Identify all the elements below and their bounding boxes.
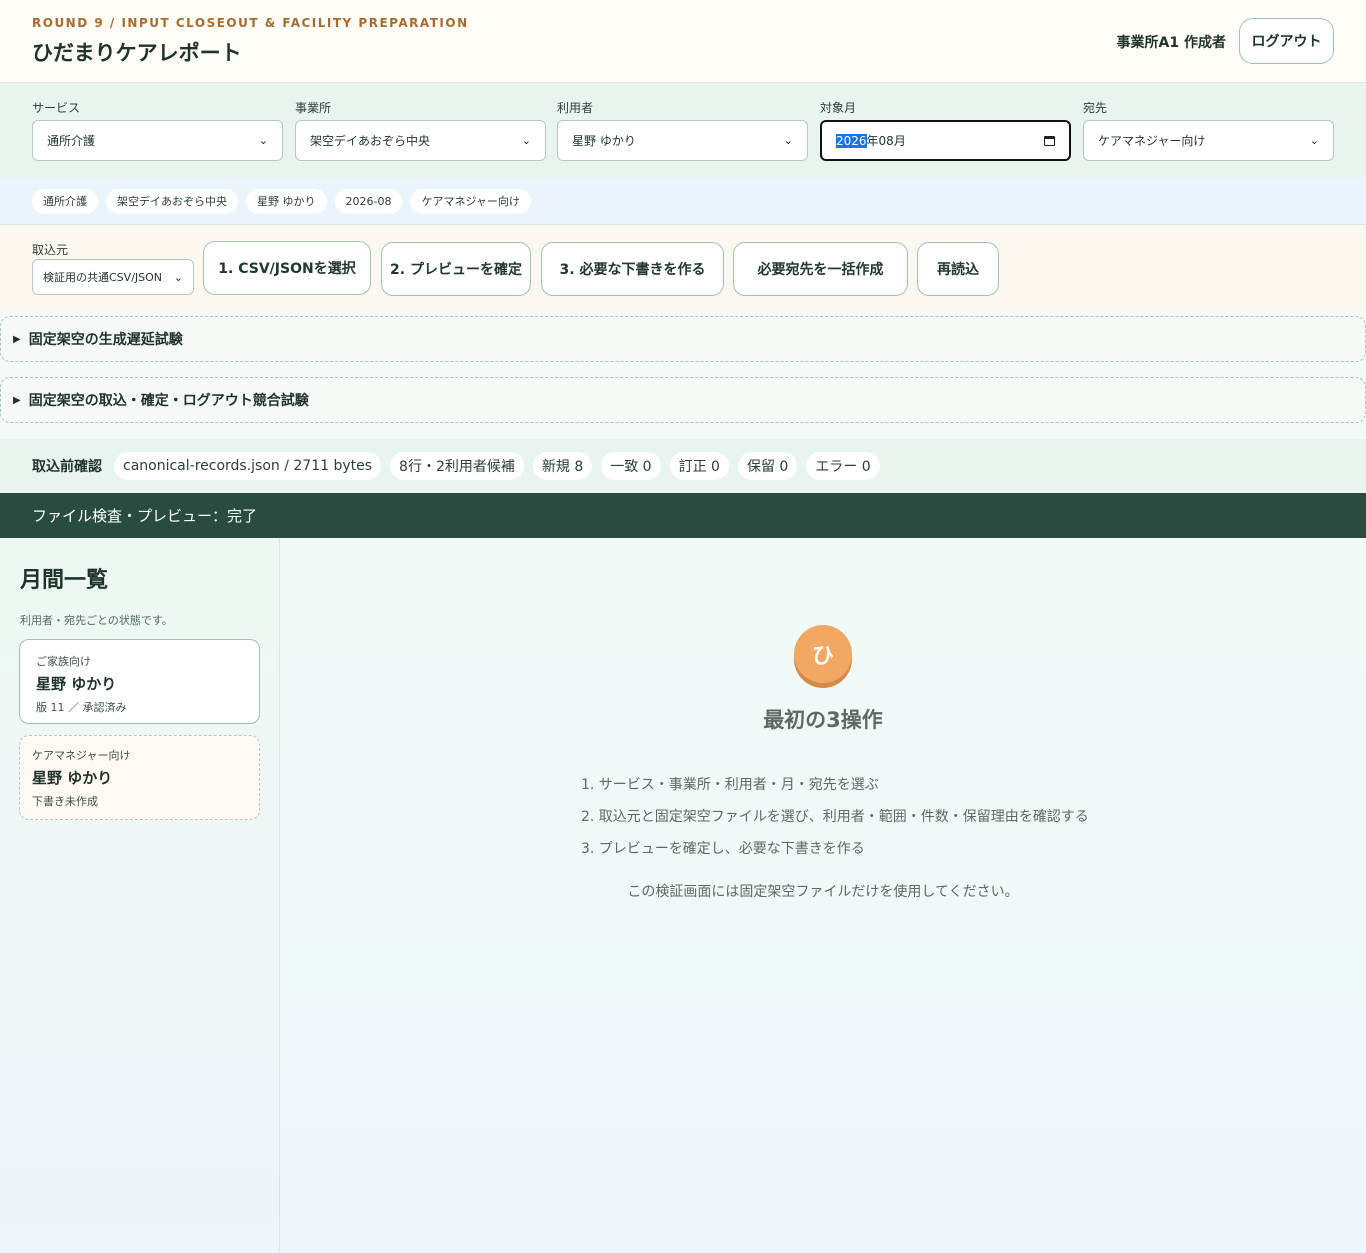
empty-state-title: 最初の3操作 bbox=[763, 708, 883, 732]
import-toolbar: 取込元 検証用の共通CSV/JSON ⌄ 1. CSV/JSONを選択 2. プレ… bbox=[0, 225, 1366, 311]
row-count-chip: 8行・2利用者候補 bbox=[390, 452, 524, 480]
recipient-select[interactable]: ケアマネジャー向け ⌄ bbox=[1083, 120, 1334, 161]
service-label: サービス bbox=[32, 101, 81, 115]
hold-count-chip: 保留 0 bbox=[737, 452, 798, 480]
delay-test-label: 固定架空の生成遅延試験 bbox=[28, 332, 183, 348]
select-file-button[interactable]: 1. CSV/JSONを選択 bbox=[203, 241, 371, 295]
user-label: 利用者 bbox=[557, 101, 594, 115]
chip-recipient: ケアマネジャー向け bbox=[410, 188, 531, 214]
service-value: 通所介護 bbox=[47, 134, 96, 148]
precheck-label: 取込前確認 bbox=[32, 459, 102, 475]
month-input[interactable]: 2026年08月 bbox=[820, 120, 1071, 161]
disclosure-triangle-icon: ▶ bbox=[13, 333, 21, 345]
correction-count-chip: 訂正 0 bbox=[669, 452, 729, 480]
step-item: 2. 取込元と固定架空ファイルを選び、利用者・範囲・件数・保留理由を確認する bbox=[581, 809, 1089, 825]
round-label: ROUND 9 / INPUT CLOSEOUT & FACILITY PREP… bbox=[32, 16, 469, 30]
chevron-down-icon: ⌄ bbox=[783, 134, 793, 147]
service-filter: サービス 通所介護 ⌄ bbox=[32, 99, 283, 161]
source-value: 検証用の共通CSV/JSON bbox=[43, 271, 163, 284]
card-type: ご家族向け bbox=[36, 655, 91, 668]
logo-avatar: ひ bbox=[794, 625, 852, 683]
user-select[interactable]: 星野 ゆかり ⌄ bbox=[557, 120, 808, 161]
match-count-chip: 一致 0 bbox=[601, 452, 661, 480]
step-item: 1. サービス・事業所・利用者・月・宛先を選ぶ bbox=[581, 777, 879, 793]
sidebar-subtitle: 利用者・宛先ごとの状態です。 bbox=[20, 614, 173, 627]
chevron-down-icon: ⌄ bbox=[1309, 134, 1319, 147]
filter-bar: サービス 通所介護 ⌄ 事業所 架空デイあおぞら中央 ⌄ 利用者 星野 ゆかり ⌄ 対… bbox=[0, 83, 1366, 178]
app-header: ROUND 9 / INPUT CLOSEOUT & FACILITY PREP… bbox=[0, 0, 1366, 83]
delay-test-details[interactable]: ▶ 固定架空の生成遅延試験 bbox=[0, 316, 1366, 362]
selection-chips: 通所介護 架空デイあおぞら中央 星野 ゆかり 2026-08 ケアマネジャー向け bbox=[0, 178, 1366, 225]
calendar-icon[interactable] bbox=[1044, 135, 1055, 146]
source-select[interactable]: 検証用の共通CSV/JSON ⌄ bbox=[32, 259, 194, 295]
chip-facility: 架空デイあおぞら中央 bbox=[106, 188, 238, 214]
race-test-label: 固定架空の取込・確定・ログアウト競合試験 bbox=[28, 393, 309, 409]
reload-button[interactable]: 再読込 bbox=[917, 242, 999, 296]
chevron-down-icon: ⌄ bbox=[173, 270, 183, 284]
source-label: 取込元 bbox=[32, 243, 69, 257]
card-status: 版 11 ／ 承認済み bbox=[36, 701, 127, 714]
logout-button[interactable]: ログアウト bbox=[1239, 18, 1334, 64]
card-name: 星野 ゆかり bbox=[36, 675, 117, 693]
chip-month: 2026-08 bbox=[334, 188, 403, 214]
create-drafts-button[interactable]: 3. 必要な下書きを作る bbox=[541, 242, 724, 296]
new-count-chip: 新規 8 bbox=[532, 452, 593, 480]
facility-filter: 事業所 架空デイあおぞら中央 ⌄ bbox=[295, 99, 546, 161]
file-info-chip: canonical-records.json / 2711 bytes bbox=[114, 452, 382, 480]
month-year: 2026 bbox=[836, 134, 867, 148]
chevron-down-icon: ⌄ bbox=[521, 134, 531, 147]
step-item: 3. プレビューを確定し、必要な下書きを作る bbox=[581, 841, 865, 857]
precheck-bar: 取込前確認 canonical-records.json / 2711 byte… bbox=[0, 439, 1366, 493]
sidebar-title: 月間一覧 bbox=[20, 568, 109, 593]
main-panel: ひ 最初の3操作 1. サービス・事業所・利用者・月・宛先を選ぶ 2. 取込元と… bbox=[280, 538, 1366, 1253]
confirm-preview-button[interactable]: 2. プレビューを確定 bbox=[381, 242, 531, 296]
error-count-chip: エラー 0 bbox=[806, 452, 880, 480]
steps-list: 1. サービス・事業所・利用者・月・宛先を選ぶ 2. 取込元と固定架空ファイルを… bbox=[581, 774, 1089, 870]
chip-user: 星野 ゆかり bbox=[246, 188, 327, 214]
app-title: ひだまりケアレポート bbox=[32, 41, 242, 65]
chevron-down-icon: ⌄ bbox=[258, 134, 268, 147]
month-value: 2026年08月 bbox=[836, 132, 906, 149]
user-label: 事業所A1 作成者 bbox=[1116, 35, 1226, 51]
recipient-filter: 宛先 ケアマネジャー向け ⌄ bbox=[1083, 99, 1334, 161]
monthly-sidebar: 月間一覧 利用者・宛先ごとの状態です。 ご家族向け 星野 ゆかり 版 11 ／ … bbox=[0, 538, 280, 1253]
card-type: ケアマネジャー向け bbox=[32, 749, 131, 762]
month-label: 対象月 bbox=[820, 101, 857, 115]
facility-value: 架空デイあおぞら中央 bbox=[310, 134, 431, 148]
disclosure-triangle-icon: ▶ bbox=[13, 394, 21, 406]
facility-select[interactable]: 架空デイあおぞら中央 ⌄ bbox=[295, 120, 546, 161]
user-value: 星野 ゆかり bbox=[572, 134, 636, 148]
race-test-details[interactable]: ▶ 固定架空の取込・確定・ログアウト競合試験 bbox=[0, 377, 1366, 423]
card-name: 星野 ゆかり bbox=[32, 769, 113, 787]
empty-state-note: この検証画面には固定架空ファイルだけを使用してください。 bbox=[627, 884, 1019, 900]
recipient-label: 宛先 bbox=[1083, 101, 1108, 115]
status-banner: ファイル検査・プレビュー：完了 bbox=[0, 493, 1366, 538]
facility-label: 事業所 bbox=[295, 101, 332, 115]
recipient-value: ケアマネジャー向け bbox=[1098, 134, 1206, 148]
report-card-family[interactable]: ご家族向け 星野 ゆかり 版 11 ／ 承認済み bbox=[19, 639, 260, 724]
month-filter: 対象月 2026年08月 bbox=[820, 99, 1071, 161]
month-rest: 年08月 bbox=[866, 134, 906, 148]
service-select[interactable]: 通所介護 ⌄ bbox=[32, 120, 283, 161]
card-status: 下書き未作成 bbox=[32, 795, 98, 808]
user-filter: 利用者 星野 ゆかり ⌄ bbox=[557, 99, 808, 161]
report-card-caremanager[interactable]: ケアマネジャー向け 星野 ゆかり 下書き未作成 bbox=[19, 735, 260, 820]
chip-service: 通所介護 bbox=[32, 188, 98, 214]
bulk-create-button[interactable]: 必要宛先を一括作成 bbox=[733, 242, 908, 296]
